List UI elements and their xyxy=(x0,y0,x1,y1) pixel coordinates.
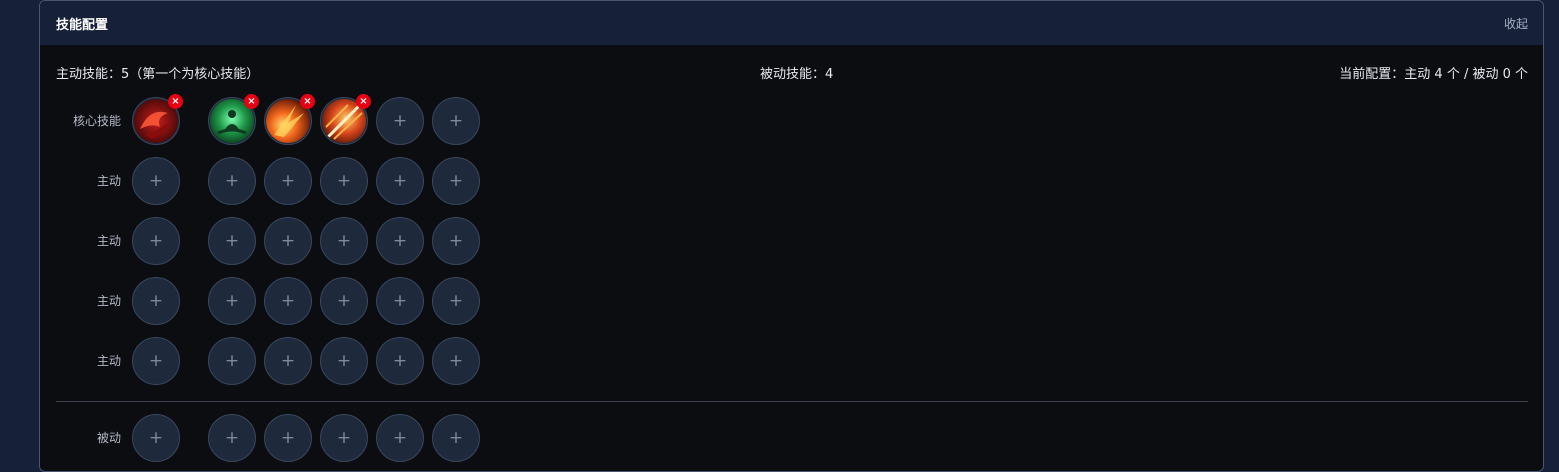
core-skill-slot[interactable]: × xyxy=(132,94,183,145)
plus-icon: + xyxy=(448,170,464,191)
plus-icon: + xyxy=(448,230,464,251)
plus-icon: + xyxy=(224,170,240,191)
active-skill-slot[interactable]: × xyxy=(264,94,315,145)
empty-skill-slot[interactable]: + xyxy=(376,277,424,325)
active-skill-count: 主动技能：5（第一个为核心技能） xyxy=(56,67,260,82)
empty-skill-slot[interactable]: + xyxy=(320,277,368,325)
empty-skill-slot[interactable]: + xyxy=(320,414,368,462)
empty-skill-slot[interactable]: + xyxy=(132,217,180,265)
empty-skill-slot[interactable]: + xyxy=(320,337,368,385)
empty-skill-slot[interactable]: + xyxy=(432,217,480,265)
remove-skill-button[interactable]: × xyxy=(168,94,183,109)
plus-icon: + xyxy=(280,350,296,371)
plus-icon: + xyxy=(392,170,408,191)
empty-skill-slot[interactable]: + xyxy=(132,157,180,205)
plus-icon: + xyxy=(280,427,296,448)
plus-icon: + xyxy=(224,350,240,371)
plus-icon: + xyxy=(336,170,352,191)
row-label: 主动 xyxy=(96,294,121,308)
plus-icon: + xyxy=(392,230,408,251)
empty-skill-slot[interactable]: + xyxy=(432,277,480,325)
empty-skill-slot[interactable]: + xyxy=(208,157,256,205)
active-skill-slot[interactable]: × xyxy=(208,94,259,145)
empty-skill-slot[interactable]: + xyxy=(320,157,368,205)
plus-icon: + xyxy=(280,170,296,191)
empty-skill-slot[interactable]: + xyxy=(132,414,180,462)
row-label: 主动 xyxy=(96,234,121,248)
plus-icon: + xyxy=(336,230,352,251)
panel-header: 技能配置 收起 xyxy=(40,1,1543,45)
plus-icon: + xyxy=(336,290,352,311)
empty-skill-slot[interactable]: + xyxy=(208,337,256,385)
plus-icon: + xyxy=(392,427,408,448)
active-skill-slot[interactable]: × xyxy=(320,94,371,145)
empty-skill-slot[interactable]: + xyxy=(264,414,312,462)
empty-skill-slot[interactable]: + xyxy=(376,97,424,145)
empty-skill-slot[interactable]: + xyxy=(208,217,256,265)
empty-skill-slot[interactable]: + xyxy=(432,414,480,462)
plus-icon: + xyxy=(148,350,164,371)
empty-skill-slot[interactable]: + xyxy=(208,414,256,462)
empty-skill-slot[interactable]: + xyxy=(132,277,180,325)
empty-skill-slot[interactable]: + xyxy=(432,337,480,385)
plus-icon: + xyxy=(448,427,464,448)
plus-icon: + xyxy=(392,110,408,131)
skill-summary: 主动技能：5（第一个为核心技能） 被动技能：4 当前配置：主动 4 个 / 被动… xyxy=(56,63,1528,82)
row-label: 被动 xyxy=(96,431,121,445)
empty-skill-slot[interactable]: + xyxy=(376,217,424,265)
empty-skill-slot[interactable]: + xyxy=(320,217,368,265)
plus-icon: + xyxy=(280,290,296,311)
plus-icon: + xyxy=(392,350,408,371)
plus-icon: + xyxy=(148,230,164,251)
empty-skill-slot[interactable]: + xyxy=(264,217,312,265)
skill-config-panel: 技能配置 收起 主动技能：5（第一个为核心技能） 被动技能：4 当前配置：主动 … xyxy=(39,0,1544,472)
empty-skill-slot[interactable]: + xyxy=(264,157,312,205)
section-divider xyxy=(56,401,1528,402)
plus-icon: + xyxy=(148,427,164,448)
empty-skill-slot[interactable]: + xyxy=(432,97,480,145)
collapse-button[interactable]: 收起 xyxy=(1504,15,1528,32)
empty-skill-slot[interactable]: + xyxy=(264,337,312,385)
plus-icon: + xyxy=(148,170,164,191)
current-config-count: 当前配置：主动 4 个 / 被动 0 个 xyxy=(1339,67,1528,82)
plus-icon: + xyxy=(448,290,464,311)
plus-icon: + xyxy=(148,290,164,311)
empty-skill-slot[interactable]: + xyxy=(208,277,256,325)
plus-icon: + xyxy=(224,230,240,251)
remove-skill-button[interactable]: × xyxy=(356,94,371,109)
remove-skill-button[interactable]: × xyxy=(244,94,259,109)
plus-icon: + xyxy=(448,110,464,131)
plus-icon: + xyxy=(280,230,296,251)
panel-title: 技能配置 xyxy=(56,17,109,33)
row-label: 核心技能 xyxy=(72,114,121,128)
empty-skill-slot[interactable]: + xyxy=(376,337,424,385)
empty-skill-slot[interactable]: + xyxy=(376,157,424,205)
passive-skill-count: 被动技能：4 xyxy=(760,67,834,82)
plus-icon: + xyxy=(392,290,408,311)
plus-icon: + xyxy=(448,350,464,371)
plus-icon: + xyxy=(224,290,240,311)
row-label: 主动 xyxy=(96,354,121,368)
row-label: 主动 xyxy=(96,174,121,188)
empty-skill-slot[interactable]: + xyxy=(264,277,312,325)
empty-skill-slot[interactable]: + xyxy=(432,157,480,205)
plus-icon: + xyxy=(336,350,352,371)
plus-icon: + xyxy=(336,427,352,448)
remove-skill-button[interactable]: × xyxy=(300,94,315,109)
empty-skill-slot[interactable]: + xyxy=(376,414,424,462)
empty-skill-slot[interactable]: + xyxy=(132,337,180,385)
plus-icon: + xyxy=(224,427,240,448)
